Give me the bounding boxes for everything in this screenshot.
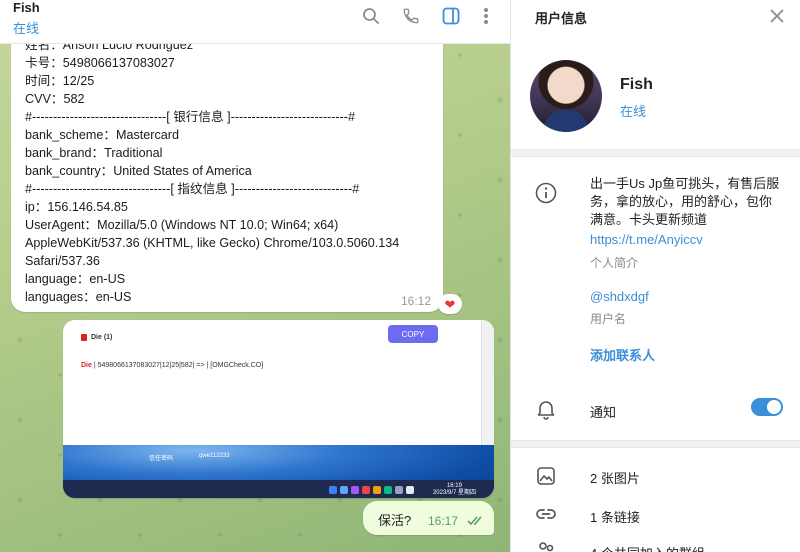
outgoing-text: 保活? [378,513,412,528]
incoming-message[interactable]: 姓名：Anson Lucio Rodriguez 卡号：5498066137083… [11,30,443,312]
username-caption: 用户名 [590,312,627,326]
screenshot-die-header: Die (1) [81,334,112,341]
screenshot-taskbar: 16:19 2023/9/7 星期四 [63,480,494,498]
add-contact-button[interactable]: 添加联系人 [590,345,655,364]
more-menu-icon[interactable] [475,5,497,27]
screenshot-clock: 16:19 2023/9/7 星期四 [432,483,476,496]
screenshot-copy-button: COPY [388,325,438,343]
notifications-label: 通知 [590,405,617,420]
tray-icons [329,486,414,494]
link-icon [535,503,557,525]
message-line: CVV：582 [25,92,85,106]
bell-icon [535,398,557,420]
media-photos-row[interactable]: 2 张图片 [590,468,640,487]
chat-header: Fish 在线 [0,0,510,44]
message-line: 卡号：5498066137083027 [25,56,175,70]
desktop-icon-label: qwe112233 [199,453,230,459]
user-info-panel: 用户信息 Fish 在线 出一手Us Jp鱼可挑头，有售后服务，拿的放心，用的舒… [510,0,800,552]
message-time: 16:12 [400,294,431,308]
message-body: 姓名：Anson Lucio Rodriguez 卡号：5498066137083… [25,36,439,306]
double-check-icon [467,513,485,531]
message-line: bank_brand：Traditional [25,146,163,160]
chat-area: Fish 在线 姓名：Anson Lucio Rodriguez 卡号：54980… [0,0,510,552]
screenshot-scrollbar [481,320,494,445]
bio-link[interactable]: https://t.me/Anyiccv [590,232,703,247]
notifications-toggle[interactable] [751,398,783,416]
divider [511,440,800,448]
chat-status: 在线 [13,21,40,36]
message-line: UserAgent：Mozilla/5.0 (Windows NT 10.0; … [25,218,339,232]
message-line: language：en-US [25,272,126,286]
message-line: 时间：12/25 [25,74,95,88]
username-link[interactable]: @shdxdgf [590,289,649,304]
phone-icon[interactable] [400,5,422,27]
image-icon [535,465,557,487]
profile-name: Fish [620,76,653,93]
message-line: bank_country：United States of America [25,164,252,178]
info-icon [535,182,557,204]
media-links-row[interactable]: 1 条链接 [590,507,640,526]
chat-title[interactable]: Fish [13,0,40,15]
screenshot-desktop: 信任密码 qwe112233 16:19 2023/9/7 星期四 [63,445,494,498]
common-groups-row[interactable]: 4 个共同加入的群组 [590,543,705,552]
desktop-icon-label: 信任密码 [149,456,174,462]
sidebar-toggle-icon[interactable] [440,5,462,27]
screenshot-panel: Die (1) COPY Die | 5498066137083027|12|2… [63,320,481,445]
message-line: Safari/537.36 [25,254,100,268]
outgoing-time: 16:17 [428,514,459,528]
close-icon[interactable] [767,6,787,26]
profile-status: 在线 [620,104,647,119]
message-line: AppleWebKit/537.36 (KHTML, like Gecko) C… [25,236,400,250]
bio-caption: 个人简介 [590,256,639,270]
groups-icon [535,539,557,552]
bio-text: 出一手Us Jp鱼可挑头，有售后服务，拿的放心，用的舒心，包你满意。卡头更新频道 [590,176,780,227]
message-line: bank_scheme：Mastercard [25,128,179,142]
avatar[interactable] [530,60,602,132]
divider [511,149,800,157]
message-line: languages：en-US [25,290,132,304]
message-line: #---------------------------------[ 指纹信息… [25,182,360,196]
screenshot-image-message[interactable]: Die (1) COPY Die | 5498066137083027|12|2… [63,320,494,498]
search-icon[interactable] [360,5,382,27]
trash-icon [81,334,87,341]
heart-reaction-icon[interactable]: ❤ [438,294,462,314]
message-line: ip：156.146.54.85 [25,200,128,214]
outgoing-message[interactable]: 保活? 16:17 [363,501,494,535]
screenshot-result-line: Die | 5498066137083027|12|25|582| => | [… [81,362,264,369]
message-line: #--------------------------------[ 银行信息 … [25,110,356,124]
panel-title: 用户信息 [535,11,588,26]
